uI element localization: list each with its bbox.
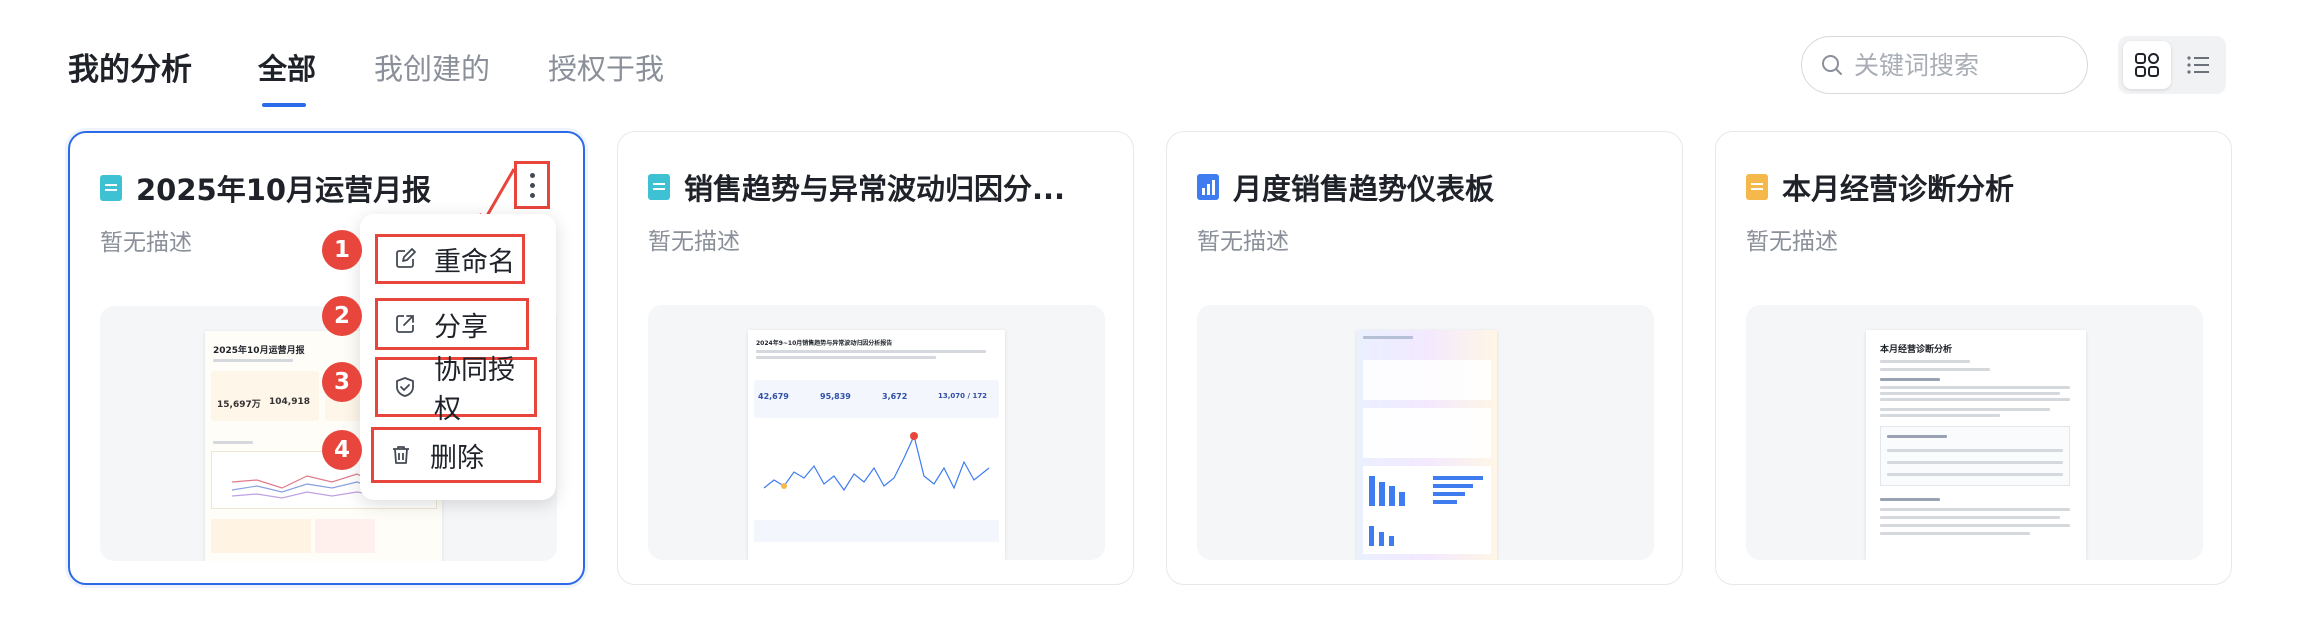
dashboard-icon <box>1197 174 1219 200</box>
thumb-metric: 104,918 <box>269 397 310 407</box>
report-thumbnail: 2024年9~10月销售趋势与异常波动归因分析报告 42,679 95,839 … <box>748 330 1005 560</box>
card-description: 暂无描述 <box>100 230 192 256</box>
menu-item-label: 分享 <box>434 311 488 343</box>
shield-icon <box>396 377 414 397</box>
card-description: 暂无描述 <box>648 229 740 255</box>
document-icon <box>100 175 122 201</box>
trash-icon <box>393 446 409 464</box>
tab-shared-with-me[interactable]: 授权于我 <box>548 46 664 88</box>
thumb-metric: 13,070 / 172 <box>938 392 988 400</box>
search-icon <box>1822 55 1842 75</box>
card-title: 2025年10月运营月报 <box>136 173 432 207</box>
thumb-metric: 95,839 <box>820 392 851 401</box>
page-title: 我的分析 <box>68 52 192 88</box>
edit-icon <box>396 248 416 268</box>
card-title-row: 2025年10月运营月报 <box>100 167 431 209</box>
analysis-card[interactable]: 销售趋势与异常波动归因分... 暂无描述 2024年9~10月销售趋势与异常波动… <box>617 131 1134 585</box>
card-title: 月度销售趋势仪表板 <box>1233 172 1495 206</box>
analysis-card[interactable]: 月度销售趋势仪表板 暂无描述 <box>1166 131 1683 585</box>
card-title-row: 销售趋势与异常波动归因分... <box>648 166 1065 208</box>
list-icon <box>2187 56 2209 74</box>
menu-item-label: 重命名 <box>434 246 515 278</box>
menu-item-label: 协同授权 <box>434 355 515 425</box>
thumb-title: 2025年10月运营月报 <box>213 346 305 356</box>
collaborate-authorize-menu-item[interactable]: 协同授权 <box>375 355 537 425</box>
thumb-title: 2024年9~10月销售趋势与异常波动归因分析报告 <box>756 340 893 347</box>
step-badge: 3 <box>322 362 362 402</box>
step-badge: 1 <box>322 230 362 270</box>
tab-created-by-me[interactable]: 我创建的 <box>374 46 490 88</box>
thumb-metric: 3,672 <box>882 392 908 401</box>
card-preview: 本月经营诊断分析 <box>1746 305 2203 560</box>
search-box[interactable] <box>1801 36 2088 94</box>
card-title-row: 月度销售趋势仪表板 <box>1197 166 1494 208</box>
list-view-button[interactable] <box>2174 41 2222 89</box>
document-icon <box>648 174 670 200</box>
analysis-card[interactable]: 本月经营诊断分析 暂无描述 本月经营诊断分析 <box>1715 131 2232 585</box>
thumb-metric: 15,697万 <box>217 400 261 410</box>
step-badge: 4 <box>322 430 362 470</box>
menu-item-label: 删除 <box>430 442 484 474</box>
share-icon <box>396 315 414 333</box>
grid-icon <box>2135 53 2159 77</box>
report-thumbnail: 本月经营诊断分析 <box>1866 330 2086 560</box>
thumb-title: 本月经营诊断分析 <box>1880 345 1953 355</box>
rename-menu-item[interactable]: 重命名 <box>375 234 525 284</box>
card-title-row: 本月经营诊断分析 <box>1746 166 2014 208</box>
delete-menu-item[interactable]: 删除 <box>371 427 541 483</box>
card-title: 本月经营诊断分析 <box>1782 172 2015 206</box>
card-preview: 2024年9~10月销售趋势与异常波动归因分析报告 42,679 95,839 … <box>648 305 1105 560</box>
dashboard-thumbnail <box>1357 330 1497 560</box>
share-menu-item[interactable]: 分享 <box>375 298 529 350</box>
thumb-metric: 42,679 <box>758 392 789 401</box>
step-badge: 2 <box>322 296 362 336</box>
active-tab-indicator <box>262 103 306 107</box>
card-description: 暂无描述 <box>1746 229 1838 255</box>
card-preview <box>1197 305 1654 560</box>
grid-view-button[interactable] <box>2123 41 2171 89</box>
card-title: 销售趋势与异常波动归因分... <box>684 172 1066 206</box>
tab-all[interactable]: 全部 <box>258 46 316 88</box>
search-input[interactable] <box>1854 50 2074 80</box>
card-description: 暂无描述 <box>1197 229 1289 255</box>
view-mode-toggle <box>2118 36 2226 94</box>
document-icon <box>1746 174 1768 200</box>
